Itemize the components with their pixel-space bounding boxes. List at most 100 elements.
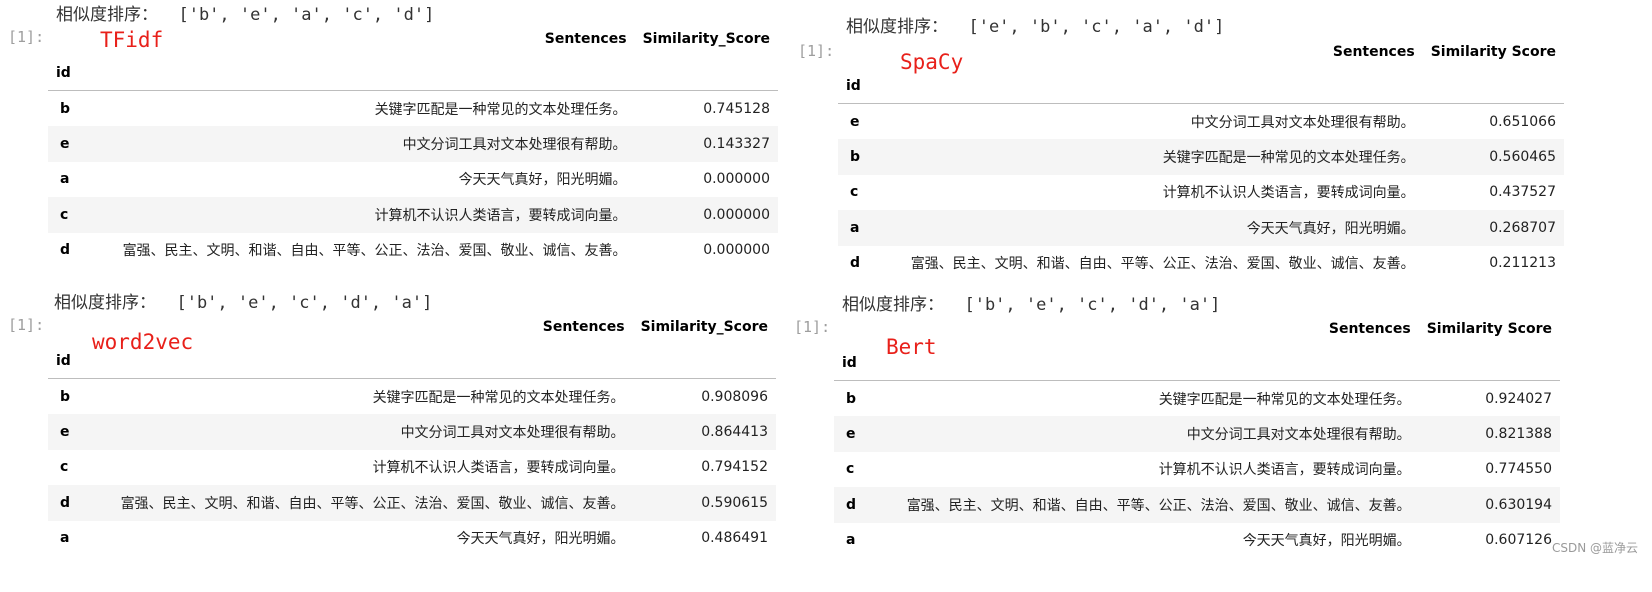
table-row: a 今天天气真好，阳光明媚。 0.486491 [48,521,776,557]
column-header-sentences: Sentences [542,319,625,335]
row-id: b [60,388,71,405]
row-score: 0.607126 [1485,532,1552,549]
row-sentence: 中文分词工具对文本处理很有帮助。 [1190,114,1415,131]
row-score: 0.000000 [703,242,770,259]
column-header-score: Similarity Score [1430,44,1556,60]
row-id: b [850,148,861,165]
cell-prompt: [1]: [8,316,45,334]
row-sentence: 计算机不认识人类语言，要转成词向量。 [374,207,627,224]
row-sentence: 中文分词工具对文本处理很有帮助。 [400,424,625,441]
table-row: a 今天天气真好，阳光明媚。 0.268707 [838,210,1564,246]
row-id: c [850,184,859,201]
row-score: 0.590615 [701,494,768,511]
row-sentence: 今天天气真好，阳光明媚。 [458,172,627,189]
similarity-table: Sentences Similarity Score id e 中文分词工具对文本… [838,35,1564,281]
column-header-sentences: Sentences [1332,44,1415,60]
row-id: e [60,423,70,440]
row-id: c [60,459,69,476]
index-label: id [56,65,71,81]
table-row: e 中文分词工具对文本处理很有帮助。 0.143327 [48,126,778,162]
row-sentence: 关键字匹配是一种常见的文本处理任务。 [1162,149,1415,166]
output-panel-spacy: 相似度排序： ['e', 'b', 'c', 'a', 'd'] [1]: Sp… [790,0,1610,290]
row-id: c [846,461,855,478]
row-id: a [850,219,860,236]
row-sentence: 富强、民主、文明、和谐、自由、平等、公正、法治、爱国、敬业、诚信、友善。 [906,497,1411,514]
row-sentence: 富强、民主、文明、和谐、自由、平等、公正、法治、爱国、敬业、诚信、友善。 [910,256,1415,273]
row-id: a [60,171,70,188]
index-header-blank [834,312,874,346]
idrow-blank [88,344,633,379]
row-id: d [60,494,71,511]
row-id: d [850,255,861,272]
column-header-score: Similarity_Score [640,319,768,335]
row-id: e [60,135,70,152]
cell-prompt: [1]: [8,28,45,46]
row-score: 0.000000 [703,206,770,223]
row-sentence: 计算机不认识人类语言，要转成词向量。 [372,460,625,477]
table-row: d 富强、民主、文明、和谐、自由、平等、公正、法治、爱国、敬业、诚信、友善。 0.6… [834,487,1560,523]
row-score: 0.143327 [703,135,770,152]
column-header-score: Similarity_Score [642,31,770,47]
table-row: e 中文分词工具对文本处理很有帮助。 0.821388 [834,416,1560,452]
index-label: id [846,78,861,94]
row-score: 0.794152 [701,459,768,476]
row-sentence: 中文分词工具对文本处理很有帮助。 [402,136,627,153]
row-sentence: 关键字匹配是一种常见的文本处理任务。 [372,389,625,406]
column-header-sentences: Sentences [544,31,627,47]
row-score: 0.745128 [703,100,770,117]
row-score: 0.486491 [701,530,768,547]
column-header-score: Similarity Score [1426,321,1552,337]
idrow-blank [874,346,1419,381]
similarity-table: Sentences Similarity Score id b 关键字匹配是一种常… [834,312,1560,558]
table-row: d 富强、民主、文明、和谐、自由、平等、公正、法治、爱国、敬业、诚信、友善。 0.5… [48,485,776,521]
watermark: CSDN @蓝净云 [1551,541,1638,555]
table-row: b 关键字匹配是一种常见的文本处理任务。 0.560465 [838,139,1564,175]
row-sentence: 中文分词工具对文本处理很有帮助。 [1186,426,1411,443]
row-id: b [60,100,71,117]
idrow-blank [633,344,776,379]
row-id: d [846,496,857,513]
row-sentence: 关键字匹配是一种常见的文本处理任务。 [1158,391,1411,408]
idrow-blank [635,56,778,91]
row-score: 0.908096 [701,388,768,405]
row-score: 0.437527 [1489,184,1556,201]
table-row: b 关键字匹配是一种常见的文本处理任务。 0.924027 [834,381,1560,417]
table-row: d 富强、民主、文明、和谐、自由、平等、公正、法治、爱国、敬业、诚信、友善。 0.2… [838,246,1564,282]
table-row: c 计算机不认识人类语言，要转成词向量。 0.774550 [834,452,1560,488]
row-score: 0.924027 [1485,390,1552,407]
row-score: 0.268707 [1489,219,1556,236]
idrow-blank [1423,69,1564,104]
row-id: a [60,530,70,547]
table-row: b 关键字匹配是一种常见的文本处理任务。 0.908096 [48,379,776,415]
output-panel-bert: 相似度排序： ['b', 'e', 'c', 'd', 'a'] [1]: Be… [786,290,1606,580]
output-panel-tfidf: 相似度排序： ['b', 'e', 'a', 'c', 'd'] [1]: TF… [0,0,820,290]
cell-prompt: [1]: [794,318,831,336]
row-id: b [846,390,857,407]
index-header-blank [48,310,88,344]
row-score: 0.000000 [703,171,770,188]
row-id: c [60,206,69,223]
similarity-table: Sentences Similarity_Score id b 关键字匹配是一种常… [48,310,776,556]
cell-prompt: [1]: [798,42,835,60]
idrow-blank [88,56,635,91]
row-score: 0.821388 [1485,425,1552,442]
idrow-blank [1419,346,1560,381]
table-row: c 计算机不认识人类语言，要转成词向量。 0.794152 [48,450,776,486]
table-row: e 中文分词工具对文本处理很有帮助。 0.651066 [838,104,1564,140]
row-score: 0.630194 [1485,496,1552,513]
column-header-sentences: Sentences [1328,321,1411,337]
table-row: e 中文分词工具对文本处理很有帮助。 0.864413 [48,414,776,450]
row-sentence: 富强、民主、文明、和谐、自由、平等、公正、法治、爱国、敬业、诚信、友善。 [120,495,625,512]
table-row: c 计算机不认识人类语言，要转成词向量。 0.000000 [48,197,778,233]
index-header-blank [838,35,878,69]
row-sentence: 今天天气真好，阳光明媚。 [1242,533,1411,550]
similarity-table: Sentences Similarity_Score id b 关键字匹配是一种常… [48,22,778,268]
row-sentence: 计算机不认识人类语言，要转成词向量。 [1162,185,1415,202]
row-sentence: 计算机不认识人类语言，要转成词向量。 [1158,462,1411,479]
row-id: a [846,532,856,549]
row-id: d [60,242,71,259]
row-sentence: 关键字匹配是一种常见的文本处理任务。 [374,101,627,118]
table-row: a 今天天气真好，阳光明媚。 0.607126 [834,523,1560,559]
index-label: id [842,355,857,371]
row-score: 0.774550 [1485,461,1552,478]
